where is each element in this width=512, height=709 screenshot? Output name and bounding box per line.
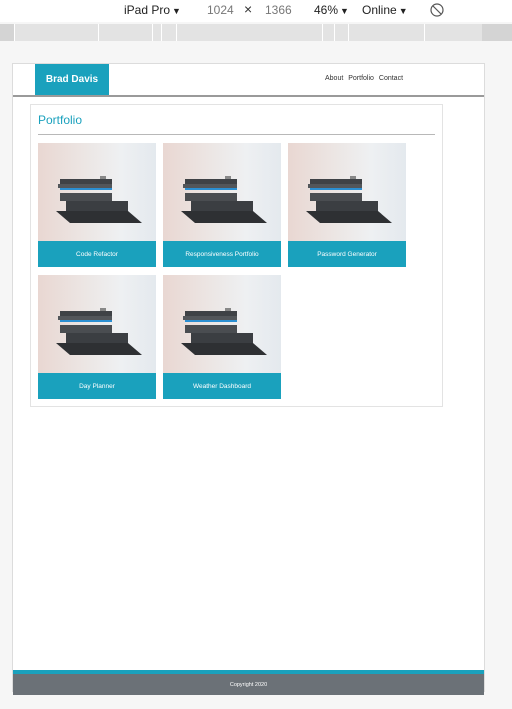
device-select[interactable]: iPad Pro ▼ <box>124 3 181 17</box>
laptop-stack-image <box>288 143 406 241</box>
network-throttle-select[interactable]: Online ▼ <box>362 3 408 17</box>
copyright-text: Copyright 2020 <box>229 681 268 688</box>
nav-about-link[interactable]: About <box>325 75 343 82</box>
laptop-stack-image <box>163 275 281 373</box>
height-input[interactable]: 1366 <box>265 3 292 17</box>
width-input[interactable]: 1024 <box>207 3 234 17</box>
card-caption: Day Planner <box>38 373 156 399</box>
card-caption: Password Generator <box>288 241 406 267</box>
portfolio-card-responsiveness[interactable]: Responsiveness Portfolio <box>163 143 281 267</box>
portfolio-card-day-planner[interactable]: Day Planner <box>38 275 156 399</box>
portfolio-section: Portfolio Code Refactor Responsiveness P… <box>30 104 443 407</box>
rotate-icon[interactable] <box>430 3 444 17</box>
portfolio-card-code-refactor[interactable]: Code Refactor <box>38 143 156 267</box>
divider <box>38 134 435 135</box>
laptop-stack-image <box>38 143 156 241</box>
card-caption: Responsiveness Portfolio <box>163 241 281 267</box>
site-header: Brad Davis About Portfolio Contact <box>13 64 484 97</box>
laptop-stack-image <box>163 143 281 241</box>
portfolio-card-weather-dashboard[interactable]: Weather Dashboard <box>163 275 281 399</box>
site-footer: Copyright 2020 <box>13 670 484 695</box>
brand-logo[interactable]: Brad Davis <box>35 64 109 95</box>
card-caption: Code Refactor <box>38 241 156 267</box>
media-query-ruler[interactable] <box>0 24 512 41</box>
device-toolbar: iPad Pro ▼ 1024 × 1366 46% ▼ Online ▼ <box>0 0 512 22</box>
portfolio-card-password-generator[interactable]: Password Generator <box>288 143 406 267</box>
portfolio-heading: Portfolio <box>38 113 83 127</box>
laptop-stack-image <box>38 275 156 373</box>
zoom-select[interactable]: 46% ▼ <box>314 3 349 17</box>
main-nav: About Portfolio Contact <box>325 75 406 82</box>
nav-contact-link[interactable]: Contact <box>379 75 403 82</box>
page-viewport: Brad Davis About Portfolio Contact Portf… <box>12 63 485 695</box>
card-caption: Weather Dashboard <box>163 373 281 399</box>
nav-portfolio-link[interactable]: Portfolio <box>348 75 374 82</box>
dimension-times-icon: × <box>244 1 253 17</box>
